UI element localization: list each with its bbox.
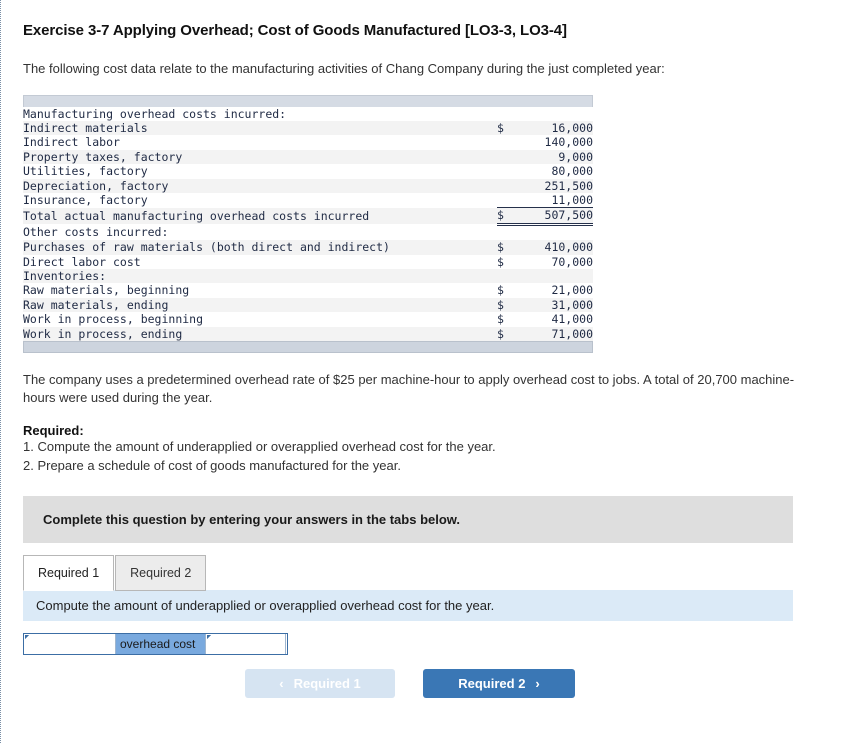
table-row: Insurance, factory 11,000 [23, 192, 593, 208]
chevron-right-icon: › [535, 676, 540, 692]
required-item-1: 1. Compute the amount of underapplied or… [23, 439, 496, 455]
table-row-amount: 16,000 [519, 120, 593, 136]
tab-required-2[interactable]: Required 2 [115, 555, 207, 592]
table-row-amount: 21,000 [519, 283, 593, 298]
table-row: Work in process, beginning $41,000 [23, 312, 593, 327]
table-row: Inventories: [23, 269, 593, 284]
tab-required-1-label: Required 1 [38, 566, 100, 581]
table-row: Manufacturing overhead costs incurred: [23, 106, 593, 121]
table-row-amount: 251,500 [519, 178, 593, 193]
table-row-label: Direct labor cost [23, 254, 497, 269]
overhead-rate-paragraph: The company uses a predetermined overhea… [23, 372, 795, 405]
table-row-amount: 80,000 [519, 164, 593, 179]
table-row-currency: $ [497, 326, 519, 342]
table-row: Raw materials, ending $31,000 [23, 297, 593, 313]
table-top-bar [23, 94, 593, 107]
table-row: Indirect labor 140,000 [23, 135, 593, 150]
table-row-amount: 140,000 [519, 135, 593, 150]
prev-required-1-button[interactable]: ‹ Required 1 [245, 669, 395, 699]
next-required-2-label: Required 2 [458, 676, 526, 692]
required-heading: Required: [23, 423, 84, 439]
table-row: Other costs incurred: [23, 224, 593, 241]
cost-data-table: Manufacturing overhead costs incurred: In… [23, 106, 593, 342]
table-row-currency: $ [497, 240, 519, 255]
prev-required-1-label: Required 1 [293, 676, 361, 692]
table-row-amount: 31,000 [519, 297, 593, 313]
instruction-banner: Complete this question by entering your … [23, 496, 793, 544]
table-row-currency [497, 164, 519, 179]
table-row: Indirect materials $16,000 [23, 120, 593, 136]
answer-amount-cell[interactable] [24, 634, 116, 655]
table-row-currency: $ [497, 297, 519, 313]
table-row-label: Indirect materials [23, 120, 497, 136]
table-row-label: Work in process, beginning [23, 312, 497, 327]
problem-page: Exercise 3-7 Applying Overhead; Cost of … [0, 0, 862, 743]
answer-status-cell[interactable] [206, 634, 286, 655]
chevron-left-icon: ‹ [279, 676, 284, 692]
question-prompt-banner: Compute the amount of underapplied or ov… [23, 590, 793, 622]
answer-input-row: overhead cost [23, 633, 288, 656]
next-required-2-button[interactable]: Required 2 › [423, 669, 575, 699]
intro-paragraph: The following cost data relate to the ma… [23, 61, 665, 76]
table-row: Raw materials, beginning $21,000 [23, 283, 593, 298]
required-item-2: 2. Prepare a schedule of cost of goods m… [23, 457, 401, 473]
cell-corner-marker-icon [25, 635, 29, 640]
table-row-amount: 507,500 [519, 207, 593, 226]
table-row-label: Raw materials, ending [23, 297, 497, 313]
table-row-currency: $ [497, 283, 519, 298]
table-row-currency [497, 192, 519, 208]
table-row-label: Total actual manufacturing overhead cost… [23, 207, 497, 225]
table-row-amount [519, 269, 593, 284]
table-row: Direct labor cost $70,000 [23, 254, 593, 269]
table-row-label: Indirect labor [23, 135, 497, 150]
table-row-currency [497, 149, 519, 165]
tab-required-1[interactable]: Required 1 [23, 555, 115, 592]
tab-required-2-label: Required 2 [130, 566, 192, 581]
question-prompt-text: Compute the amount of underapplied or ov… [36, 598, 495, 614]
table-row-currency: $ [497, 207, 519, 226]
table-row-amount [519, 224, 593, 241]
table-row-currency [497, 269, 519, 284]
table-row: Work in process, ending $71,000 [23, 326, 593, 342]
table-row: Utilities, factory 80,000 [23, 164, 593, 179]
overhead-cost-label-text: overhead cost [120, 637, 196, 652]
table-row-amount: 41,000 [519, 312, 593, 327]
table-row-currency [497, 178, 519, 193]
table-row-amount: 71,000 [519, 326, 593, 342]
table-row-amount: 410,000 [519, 240, 593, 255]
table-row-currency: $ [497, 120, 519, 136]
cost-data-table-wrapper: Manufacturing overhead costs incurred: In… [23, 94, 593, 354]
table-row-amount: 11,000 [519, 192, 593, 208]
table-row-label: Purchases of raw materials (both direct … [23, 240, 497, 255]
page-title: Exercise 3-7 Applying Overhead; Cost of … [23, 22, 567, 39]
navigation-buttons: ‹ Required 1 Required 2 › [23, 669, 850, 699]
table-bottom-bar [23, 341, 593, 354]
table-row-currency [497, 135, 519, 150]
table-row-label: Inventories: [23, 269, 497, 284]
table-row-label: Insurance, factory [23, 192, 497, 208]
table-row-label: Manufacturing overhead costs incurred: [23, 106, 497, 121]
cell-corner-marker-icon-2 [207, 635, 211, 640]
table-row-label: Work in process, ending [23, 326, 497, 342]
table-row-label: Utilities, factory [23, 164, 497, 179]
table-row-label: Other costs incurred: [23, 224, 497, 241]
table-row-amount: 9,000 [519, 149, 593, 165]
table-row-label: Property taxes, factory [23, 149, 497, 165]
table-row-amount [519, 106, 593, 121]
answer-tabs: Required 1 Required 2 [23, 555, 850, 592]
table-row: Total actual manufacturing overhead cost… [23, 207, 593, 226]
table-row: Property taxes, factory 9,000 [23, 149, 593, 165]
overhead-cost-label-cell: overhead cost [116, 634, 206, 655]
table-row-amount: 70,000 [519, 254, 593, 269]
table-row-label: Depreciation, factory [23, 178, 497, 193]
table-row-currency [497, 224, 519, 241]
table-row-currency [497, 106, 519, 121]
instruction-banner-text: Complete this question by entering your … [43, 512, 461, 528]
table-row-currency: $ [497, 312, 519, 327]
table-row: Purchases of raw materials (both direct … [23, 240, 593, 255]
table-row-currency: $ [497, 254, 519, 269]
table-row-label: Raw materials, beginning [23, 283, 497, 298]
table-row: Depreciation, factory 251,500 [23, 178, 593, 193]
